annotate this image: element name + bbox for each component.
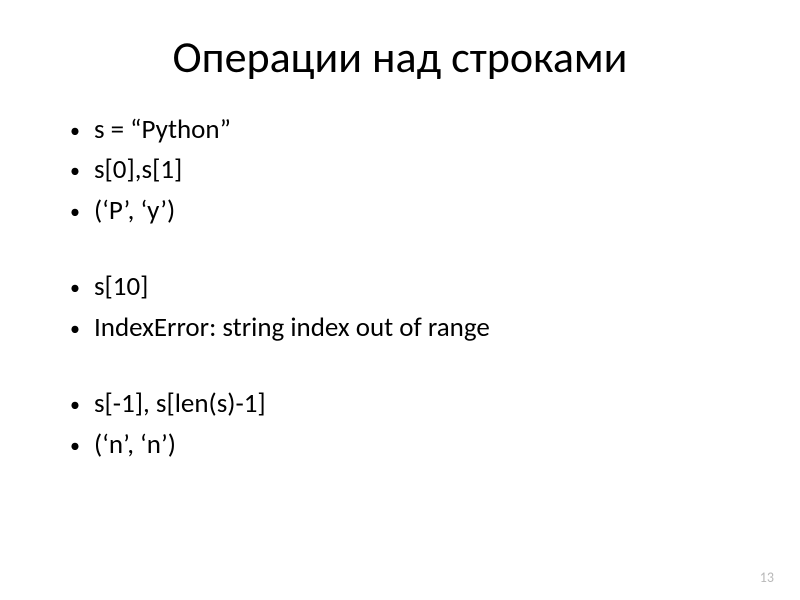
spacer	[70, 233, 750, 269]
bullet-text: s = “Python”	[94, 112, 231, 148]
bullet-text: s[-1], s[len(s)-1]	[94, 386, 266, 422]
bullet-marker-icon: •	[70, 433, 80, 460]
bullet-item: • s[0],s[1]	[70, 152, 750, 188]
page-number: 13	[760, 569, 774, 586]
bullet-item: • s = “Python”	[70, 112, 750, 148]
bullet-item: • IndexError: string index out of range	[70, 310, 750, 346]
bullet-item: • (‘n’, ‘n’)	[70, 427, 750, 463]
bullet-text: (‘n’, ‘n’)	[94, 427, 176, 463]
slide-content: • s = “Python” • s[0],s[1] • (‘P’, ‘y’) …	[50, 112, 750, 463]
bullet-item: • s[-1], s[len(s)-1]	[70, 386, 750, 422]
bullet-item: • (‘P’, ‘y’)	[70, 193, 750, 229]
bullet-text: IndexError: string index out of range	[94, 310, 490, 346]
bullet-marker-icon: •	[70, 158, 80, 185]
bullet-marker-icon: •	[70, 275, 80, 302]
bullet-text: s[10]	[94, 269, 149, 305]
bullet-marker-icon: •	[70, 199, 80, 226]
bullet-item: • s[10]	[70, 269, 750, 305]
bullet-marker-icon: •	[70, 392, 80, 419]
bullet-marker-icon: •	[70, 118, 80, 145]
bullet-text: (‘P’, ‘y’)	[94, 193, 175, 229]
bullet-text: s[0],s[1]	[94, 152, 182, 188]
slide-container: Операции над строками • s = “Python” • s…	[0, 0, 800, 600]
spacer	[70, 350, 750, 386]
bullet-marker-icon: •	[70, 316, 80, 343]
slide-title: Операции над строками	[50, 30, 750, 84]
